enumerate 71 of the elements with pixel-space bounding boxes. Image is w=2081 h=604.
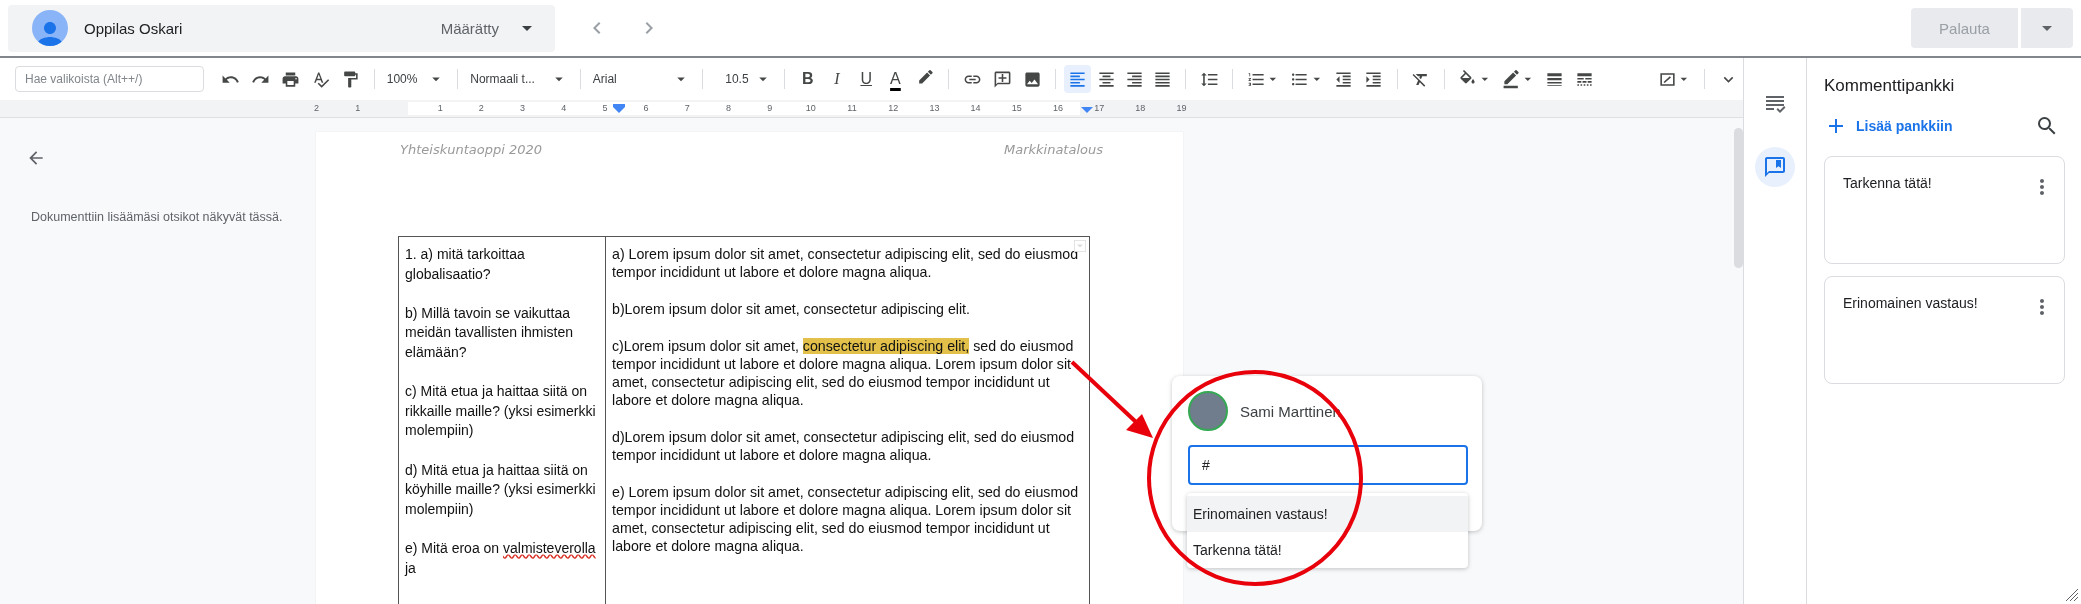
avatar-photo-placeholder — [1188, 391, 1228, 431]
ruler-number: 11 — [847, 103, 857, 113]
ruler-number: 6 — [643, 103, 649, 113]
avatar-icon — [32, 10, 68, 46]
ruler-number: 1 — [355, 103, 361, 113]
bold-button[interactable]: B — [793, 65, 823, 93]
ruler-number: 16 — [1052, 103, 1063, 113]
answer-text: b)Lorem ipsum dolor sit amet, consectetur adipiscing elit. — [612, 299, 971, 319]
ruler-number: 7 — [684, 103, 690, 113]
comment-card[interactable]: Erinomainen vastaus! — [1824, 276, 2065, 384]
answer-text: a) Lorem ipsum dolor sit amet, consectetur adipiscing elit, sed do eiusmod tempor incididunt ut labore et dolore magna aliqua. — [612, 245, 1080, 282]
ruler-number: 8 — [725, 103, 731, 113]
ruler-number: 19 — [1176, 103, 1187, 113]
answer-text: c)Lorem ipsum dolor sit amet, consectetur adipiscing elit, sed do eiusmod tempor incididunt ut labore et dolore magna aliqua. Lorem ipsum dolor sit amet, consectetur adipiscing elit, sed do eiusmod tempor incididunt ut labore et dolore magna aliqua. — [612, 336, 1075, 410]
ruler-number: 14 — [970, 103, 981, 113]
ruler-number: 5 — [602, 103, 608, 113]
suggestion-item[interactable]: Erinomainen vastaus! — [1187, 496, 1468, 532]
suggestion-item[interactable]: Tarkenna tätä! — [1187, 532, 1468, 568]
decrease-indent-icon[interactable] — [1334, 69, 1354, 89]
comment-text: Tarkenna tätä! — [1843, 175, 1932, 191]
indent-marker-icon[interactable] — [1080, 104, 1094, 114]
question-text: c) Mitä etua ja haittaa siitä on rikkaille maille? (yksi esimerkki molempiin) — [405, 382, 597, 441]
style-dropdown[interactable]: Normaali t... — [466, 70, 572, 88]
question-text: d) Mitä etua ja haittaa siitä on köyhille maille? (yksi esimerkki molempiin) — [405, 460, 597, 519]
comment-text: Erinomainen vastaus! — [1843, 295, 1978, 311]
add-comment-icon[interactable] — [992, 69, 1012, 89]
ruler-number: 1 — [437, 103, 443, 113]
ruler-number: 18 — [1135, 103, 1146, 113]
indent-marker-icon[interactable] — [612, 104, 626, 114]
font-size-dropdown[interactable]: 10.5 — [711, 70, 777, 88]
ruler-number: 12 — [888, 103, 899, 113]
panel-title: Kommenttipankki — [1824, 76, 1956, 96]
increase-indent-icon[interactable] — [1364, 69, 1384, 89]
outline-hint: Dokumenttiin lisäämäsi otsikot näkyvät tässä. — [31, 209, 284, 226]
ruler-number: 9 — [767, 103, 773, 113]
underline-button[interactable]: U — [851, 65, 881, 93]
header-text: Yhteiskuntaoppi 2020 — [400, 142, 543, 159]
resize-handle-icon[interactable] — [2063, 586, 2079, 602]
header-text: Markkinatalous — [1003, 142, 1103, 159]
student-name: Oppilas Oskari — [84, 19, 183, 37]
border-color-icon[interactable] — [1501, 69, 1521, 89]
ruler-number: 10 — [805, 103, 816, 113]
ruler-number: 13 — [929, 103, 940, 113]
font-dropdown[interactable]: Arial — [588, 70, 695, 88]
ruler-number: 17 — [1094, 103, 1105, 113]
italic-button[interactable]: I — [822, 65, 852, 93]
comment-card[interactable]: Tarkenna tätä! — [1824, 156, 2065, 264]
paint-format-icon[interactable] — [341, 69, 361, 89]
zoom-dropdown[interactable]: 100% — [382, 70, 450, 88]
ruler-number: 15 — [1011, 103, 1022, 113]
add-to-bank-button[interactable]: Lisää pankkiin — [1824, 114, 1953, 138]
question-text: 1. a) mitä tarkoittaa globalisaatio? — [405, 245, 526, 284]
answer-text: d)Lorem ipsum dolor sit amet, consectetur adipiscing elit, sed do eiusmod tempor incididunt ut labore et dolore magna aliqua. — [612, 427, 1076, 465]
image-icon[interactable] — [1022, 69, 1042, 89]
question-text: b) Millä tavoin se vaikuttaa meidän tavallisten ihmisten elämään? — [405, 303, 575, 362]
spellcheck-icon[interactable] — [311, 69, 331, 89]
comment-bank-tab[interactable] — [1755, 147, 1795, 187]
answer-text: e) Lorem ipsum dolor sit amet, consectetur adipiscing elit, sed do eiusmod tempor incididunt ut labore et dolore magna aliqua. Lorem ipsum dolor sit amet, consectetur adipiscing elit, sed do eiusmod tempor incididunt ut labore et dolore magna aliqua. — [612, 482, 1080, 556]
comment-bookmark-icon[interactable] — [1763, 155, 1787, 179]
text-color-button[interactable]: A — [880, 65, 911, 93]
student-selector[interactable]: Oppilas Oskari Määrätty — [8, 4, 555, 52]
ruler-number: 3 — [520, 103, 526, 113]
comment-input-field[interactable]: # — [1188, 445, 1468, 485]
print-icon[interactable] — [281, 69, 301, 89]
status-label: Määrätty — [440, 19, 499, 37]
menu-search-field[interactable]: Hae valikoista (Alt++/) — [15, 66, 204, 92]
scrollbar[interactable] — [1734, 128, 1743, 268]
ruler-number: 2 — [314, 103, 320, 113]
ruler-number: 2 — [478, 103, 484, 113]
question-text: e) Mitä eroa on valmisteverolla ja — [405, 538, 597, 578]
ruler-number: 4 — [561, 103, 567, 113]
